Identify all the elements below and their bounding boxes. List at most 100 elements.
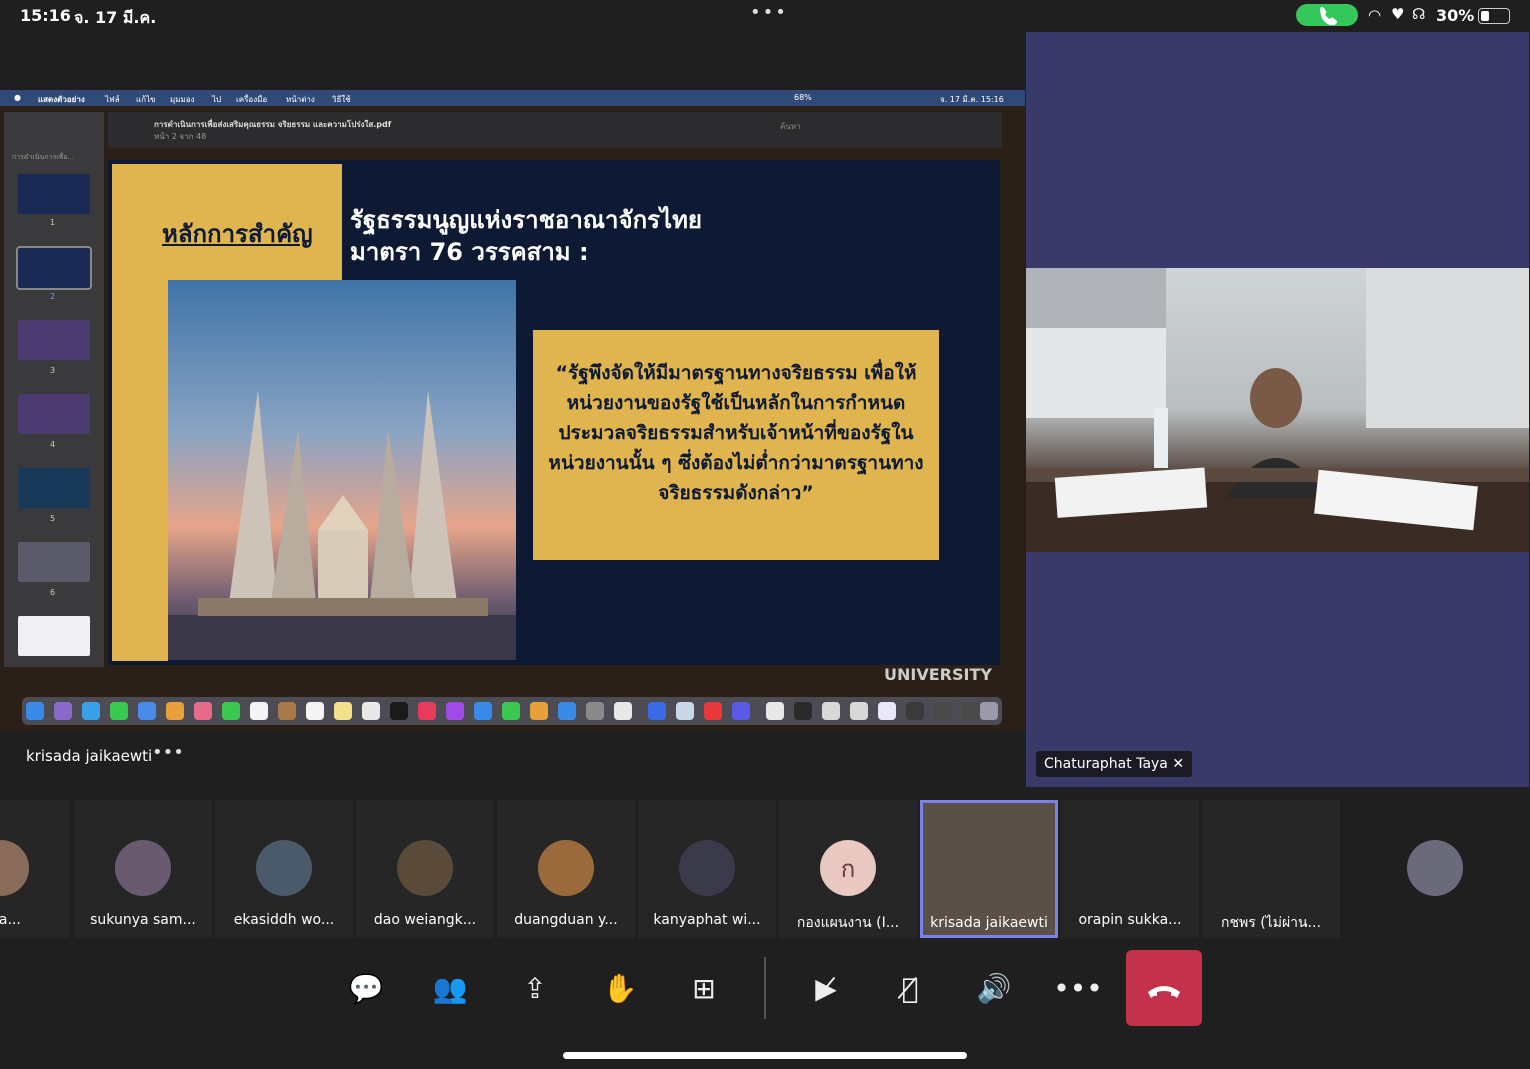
participant-tile[interactable]: krisada jaikaewti — [920, 800, 1058, 938]
home-indicator[interactable] — [563, 1052, 967, 1059]
presenter-name: krisada jaikaewti — [26, 747, 153, 765]
more-options-icon[interactable]: ••• — [152, 742, 184, 763]
pinned-name: Chaturaphat Taya — [1044, 756, 1168, 772]
mac-clock: จ. 17 มี.ค. 15:16 — [940, 95, 1004, 104]
thumbnail-sidebar: การดำเนินการเพื่อ... 1 2 3 4 5 6 — [4, 112, 104, 667]
camera-button[interactable]: ▶̸ — [796, 950, 856, 1026]
speaker-button[interactable]: 🔊 — [964, 950, 1024, 1026]
hang-up-icon — [1148, 986, 1180, 998]
more-button[interactable]: ••• — [1048, 950, 1108, 1026]
menu-item: เครื่องมือ — [236, 95, 268, 104]
dock-numbers-icon — [502, 702, 520, 720]
thumbnail-number: 1 — [50, 218, 56, 227]
dock-safari-icon — [82, 702, 100, 720]
mac-battery: 68% — [794, 93, 812, 102]
mic-button[interactable]: 🎙̸ — [880, 950, 940, 1026]
participant-name: pha... — [0, 912, 21, 928]
participant-avatar — [679, 840, 735, 896]
multitask-dots-icon[interactable]: ••• — [750, 2, 788, 23]
monument-photo — [168, 280, 516, 660]
apps-icon: ⊞ — [692, 971, 716, 1005]
dock-window-icon — [794, 702, 812, 720]
meeting-room-scene — [1026, 268, 1529, 552]
participant-avatar — [1407, 840, 1463, 896]
dock-teams-icon — [732, 702, 750, 720]
participant-video[interactable] — [1026, 268, 1529, 552]
dock-settings-icon — [586, 702, 604, 720]
participant-tile[interactable]: กชพร (ไม่ผ่าน... — [1202, 800, 1340, 938]
participant-avatar — [0, 840, 29, 896]
thumbnail-number: 3 — [50, 366, 56, 375]
menu-item: แสดงตัวอย่าง — [38, 95, 85, 104]
pdf-slide: หลักการสำคัญ รัฐธรรมนูญแห่งราชอาณาจักรไท… — [108, 160, 1000, 665]
call-controls: 💬 👥 ⇪ ✋ ⊞ ▶̸ 🎙̸ 🔊 ••• — [0, 945, 1530, 1045]
hang-up-button[interactable] — [1126, 950, 1202, 1026]
active-call-pill[interactable] — [1296, 4, 1358, 26]
apps-button[interactable]: ⊞ — [674, 950, 734, 1026]
dock-appstore-icon — [558, 702, 576, 720]
participant-tile[interactable]: dao weiangk... — [356, 800, 494, 938]
participant-tile[interactable]: sukunya sam... — [74, 800, 212, 938]
participant-name: ekasiddh wo... — [233, 912, 335, 928]
chat-icon: 💬 — [348, 971, 384, 1005]
slide-title-line2: มาตรา 76 วรรคสาม : — [350, 238, 589, 266]
menu-item: หน้าต่าง — [286, 95, 315, 104]
participant-tile[interactable]: ekasiddh wo... — [215, 800, 353, 938]
ios-status-bar: 15:16 จ. 17 มี.ค. ••• ◠ ♥ ☊ 30% — [0, 0, 1530, 32]
page-info: หน้า 2 จาก 48 — [154, 132, 207, 141]
participant-name: krisada jaikaewti — [930, 915, 1048, 931]
mic-off-icon: 🎙̸ — [901, 971, 919, 1005]
battery-icon — [1478, 8, 1510, 24]
participant-tile[interactable] — [1366, 800, 1504, 938]
participant-name: กองแผนงาน (I... — [796, 915, 900, 931]
dock-window-icon — [850, 702, 868, 720]
dock-trash-icon — [980, 702, 998, 720]
menu-item: ไฟล์ — [105, 95, 120, 104]
sidebar-header: การดำเนินการเพื่อ... — [12, 153, 75, 161]
dock-facetime-icon — [222, 702, 240, 720]
people-icon: 👥 — [432, 971, 468, 1005]
participant-gallery: pha... sukunya sam... ekasiddh wo... dao we… — [0, 800, 1530, 938]
dock-pages-icon — [530, 702, 548, 720]
headphones-icon: ☊ — [1412, 5, 1426, 23]
more-icon: ••• — [1053, 971, 1103, 1005]
participant-tile[interactable]: kanyaphat wi... — [638, 800, 776, 938]
dock-notes-icon — [334, 702, 352, 720]
thumbnail — [18, 542, 90, 582]
mic-off-icon: ✕ — [1172, 756, 1185, 772]
mac-dock — [22, 697, 1002, 725]
share-button[interactable]: ⇪ — [505, 950, 565, 1026]
share-icon: ⇪ — [523, 971, 547, 1005]
dock-freeform-icon — [362, 702, 380, 720]
participant-avatar: ก — [820, 840, 876, 896]
participant-tile[interactable]: orapin sukka... — [1061, 800, 1199, 938]
chat-button[interactable]: 💬 — [336, 950, 396, 1026]
shared-screen: ● แสดงตัวอย่าง ไฟล์ แก้ไข มุมมอง ไป เครื… — [0, 90, 1025, 730]
dock-mail-icon — [138, 702, 156, 720]
thumbnail-number: 5 — [50, 514, 56, 523]
slide-quote-box: “รัฐพึงจัดให้มีมาตรฐานทางจริยธรรม เพื่อใ… — [533, 330, 939, 560]
participant-tile[interactable]: duangduan y... — [497, 800, 635, 938]
dock-window-icon — [878, 702, 896, 720]
dock-keynote-icon — [474, 702, 492, 720]
dock-window-icon — [934, 702, 952, 720]
participant-name: kanyaphat wi... — [653, 912, 761, 928]
people-button[interactable]: 👥 — [420, 950, 480, 1026]
dock-tv-icon — [390, 702, 408, 720]
participant-name: orapin sukka... — [1078, 912, 1182, 928]
participant-tile[interactable]: กกองแผนงาน (I... — [779, 800, 917, 938]
slide-heading: หลักการสำคัญ — [162, 220, 313, 248]
thumbnail-number: 6 — [50, 588, 56, 597]
participant-name: กชพร (ไม่ผ่าน... — [1221, 915, 1321, 931]
thumbnail-number: 4 — [50, 440, 56, 449]
participant-tile[interactable]: pha... — [0, 800, 70, 938]
dock-window-icon — [822, 702, 840, 720]
apple-icon: ● — [14, 93, 21, 102]
participant-avatar — [115, 840, 171, 896]
menu-item: ไป — [212, 95, 222, 104]
dock-photos-icon — [194, 702, 212, 720]
monument-illustration — [168, 390, 516, 660]
raise-hand-button[interactable]: ✋ — [590, 950, 650, 1026]
dock-podcasts-icon — [446, 702, 464, 720]
thumbnail — [18, 394, 90, 434]
